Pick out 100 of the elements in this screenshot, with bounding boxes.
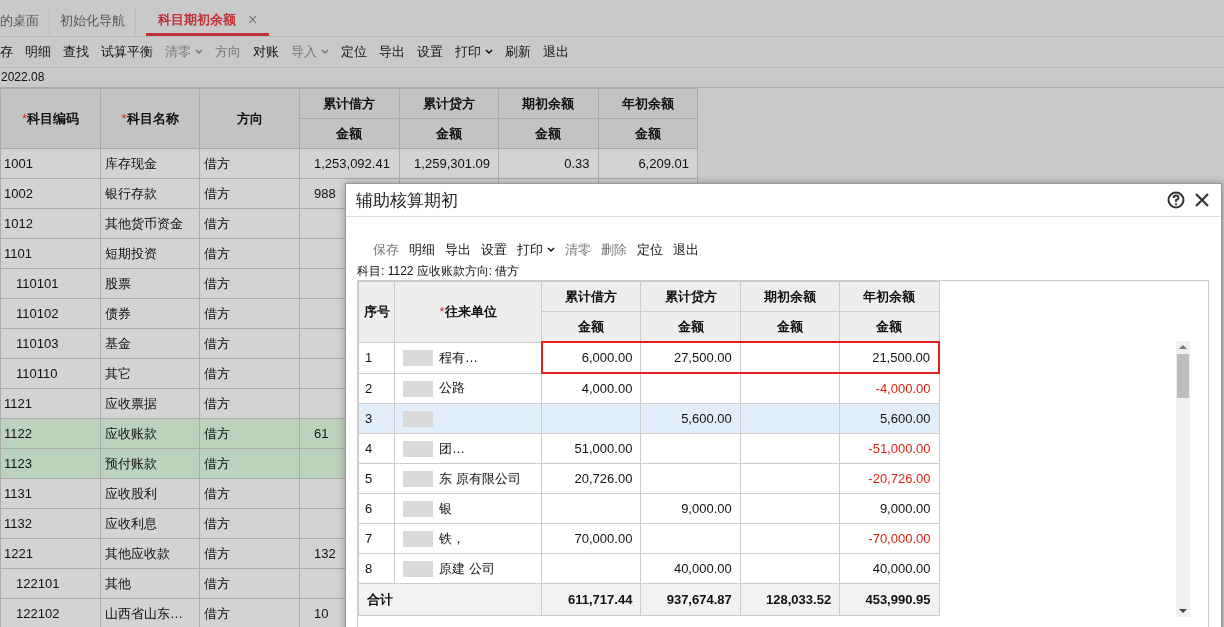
table-cell: 铁， [439, 530, 465, 546]
table-cell: 1001 [0, 148, 101, 179]
caret-icon [485, 49, 493, 55]
table-cell: 应收票据 [100, 388, 200, 419]
table-cell: 借方 [199, 208, 300, 239]
column-header: 累计借方 [299, 88, 399, 119]
close-icon[interactable] [1195, 193, 1209, 207]
toolbar-button[interactable]: 导出 [440, 241, 476, 259]
table-cell: 8 [358, 553, 395, 584]
table-cell: 1,253,092.41 [299, 148, 399, 179]
column-header: 累计借方 [541, 281, 641, 312]
toolbar-button[interactable]: 明细 [404, 241, 440, 259]
table-cell: 借方 [199, 538, 300, 569]
scroll-up-icon[interactable] [1179, 344, 1187, 350]
table-cell: 1 [358, 342, 395, 373]
table-cell: 6,209.01 [598, 148, 698, 179]
toolbar-button[interactable]: 查找 [57, 43, 95, 61]
table-cell: 122102 [0, 598, 101, 627]
table-cell: 0.33 [498, 148, 598, 179]
table-cell: 1101 [0, 238, 101, 269]
table-cell: 1012 [0, 208, 101, 239]
table-cell: 预付账款 [100, 448, 200, 479]
toolbar-button[interactable]: 退出 [537, 43, 575, 61]
blurred-block [403, 350, 433, 367]
toolbar-button[interactable]: 定位 [632, 241, 668, 259]
table-cell: 其它 [100, 358, 200, 389]
total-label: 合计 [358, 583, 542, 616]
table-cell: 借方 [199, 328, 300, 359]
caret-icon [321, 49, 329, 55]
table-cell: 110110 [0, 358, 101, 389]
table-cell: 借方 [199, 478, 300, 509]
blurred-block [403, 531, 433, 548]
table-cell: 5,600.00 [839, 403, 939, 434]
column-header: 期初余额 [498, 88, 598, 119]
caret-icon [547, 247, 555, 253]
caret-icon [195, 49, 203, 55]
toolbar-button[interactable]: 试算平衡 [95, 43, 159, 61]
table-cell: -51,000.00 [839, 433, 939, 464]
table-cell: 程有… [439, 349, 478, 365]
table-cell: 借方 [199, 418, 300, 449]
column-header: *往来单位 [394, 281, 542, 342]
column-header: *科目名称 [100, 88, 200, 149]
table-cell: 2 [358, 373, 395, 404]
table-cell: 债券 [100, 298, 200, 329]
table-cell: 1,259,301.09 [399, 148, 499, 179]
toolbar-button[interactable]: 退出 [668, 241, 704, 259]
scroll-thumb[interactable] [1177, 354, 1189, 398]
table-cell: 21,500.00 [839, 342, 939, 373]
tab[interactable]: 初始化导航 [60, 6, 136, 36]
table-cell: 1002 [0, 178, 101, 209]
table-cell: 借方 [199, 508, 300, 539]
toolbar-button[interactable]: 设置 [476, 241, 512, 259]
column-header: 期初余额 [740, 281, 840, 312]
toolbar-button[interactable]: 打印 [449, 43, 499, 61]
table-cell: 110101 [0, 268, 101, 299]
table-cell: 借方 [199, 238, 300, 269]
scroll-down-icon[interactable] [1179, 608, 1187, 614]
column-header: 金额 [598, 118, 698, 149]
table-cell: -4,000.00 [839, 373, 939, 404]
table-cell: 6,000.00 [541, 342, 641, 373]
table-cell: 库存现金 [100, 148, 200, 179]
toolbar-button[interactable]: 打印 [512, 241, 560, 259]
column-header: 方向 [199, 88, 300, 149]
toolbar-button[interactable]: 存 [0, 43, 19, 61]
column-header: 金额 [498, 118, 598, 149]
table-cell: 5,600.00 [640, 403, 741, 434]
toolbar-button[interactable]: 明细 [19, 43, 57, 61]
toolbar-button[interactable]: 设置 [411, 43, 449, 61]
tab[interactable]: 的桌面 [0, 6, 50, 36]
total-cell: 128,033.52 [740, 583, 840, 616]
blurred-block [403, 501, 433, 518]
table-cell: 借方 [199, 178, 300, 209]
toolbar-button[interactable]: 对账 [247, 43, 285, 61]
table-cell: 东 原有限公司 [439, 470, 521, 486]
toolbar-button[interactable]: 定位 [335, 43, 373, 61]
table-cell: 20,726.00 [541, 463, 641, 494]
table-cell: 1221 [0, 538, 101, 569]
table-cell: 其他应收款 [100, 538, 200, 569]
table-cell: 原建 公司 [439, 560, 495, 576]
table-cell: 51,000.00 [541, 433, 641, 464]
blurred-block [403, 471, 433, 488]
total-cell: 937,674.87 [640, 583, 741, 616]
scrollbar[interactable] [1176, 341, 1190, 617]
table-cell: 借方 [199, 298, 300, 329]
table-cell: 借方 [199, 598, 300, 627]
table-cell: 山西省山东… [100, 598, 200, 627]
table-cell: 应收账款 [100, 418, 200, 449]
table-cell: 其他货币资金 [100, 208, 200, 239]
table-cell: 团… [439, 440, 465, 456]
column-header: 金额 [299, 118, 399, 149]
blurred-block [403, 380, 433, 397]
help-icon[interactable] [1167, 191, 1185, 209]
table-cell: 6 [358, 493, 395, 524]
table-cell: 借方 [199, 568, 300, 599]
table-cell: 122101 [0, 568, 101, 599]
toolbar-button[interactable]: 刷新 [499, 43, 537, 61]
toolbar-button[interactable]: 导出 [373, 43, 411, 61]
total-cell: 611,717.44 [541, 583, 641, 616]
table-cell: 借方 [199, 148, 300, 179]
table-cell: 110103 [0, 328, 101, 359]
